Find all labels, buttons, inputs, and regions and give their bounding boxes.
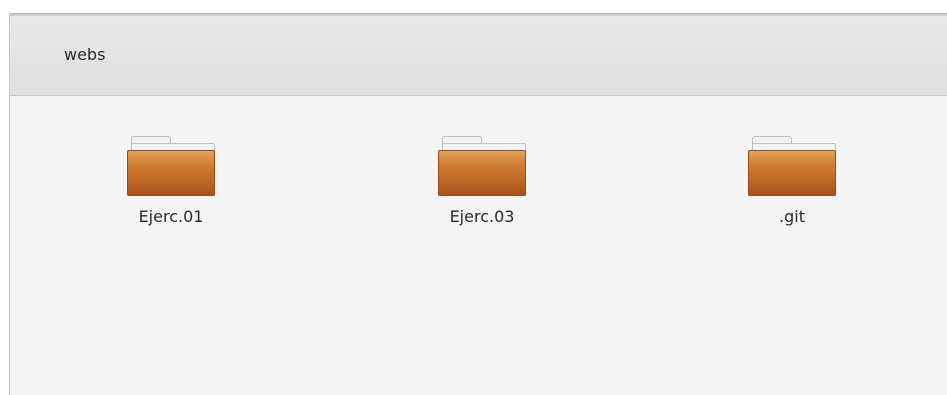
file-grid: Ejerc.01 Ejerc.03 .git [10,97,947,395]
current-folder-title: webs [64,45,106,64]
folder-icon [746,136,838,198]
folder-item-ejerc-03[interactable]: Ejerc.03 [392,136,572,236]
folder-icon [436,136,528,198]
folder-item-git[interactable]: .git [702,136,882,236]
folder-item-ejerc-01[interactable]: Ejerc.01 [81,136,261,236]
folder-label: Ejerc.03 [449,207,515,226]
file-manager-window: webs Ejerc.01 Ejerc.03 .git [9,13,947,395]
path-header: webs [10,16,947,96]
folder-icon [125,136,217,198]
folder-label: Ejerc.01 [138,207,204,226]
folder-label: .git [779,207,805,226]
